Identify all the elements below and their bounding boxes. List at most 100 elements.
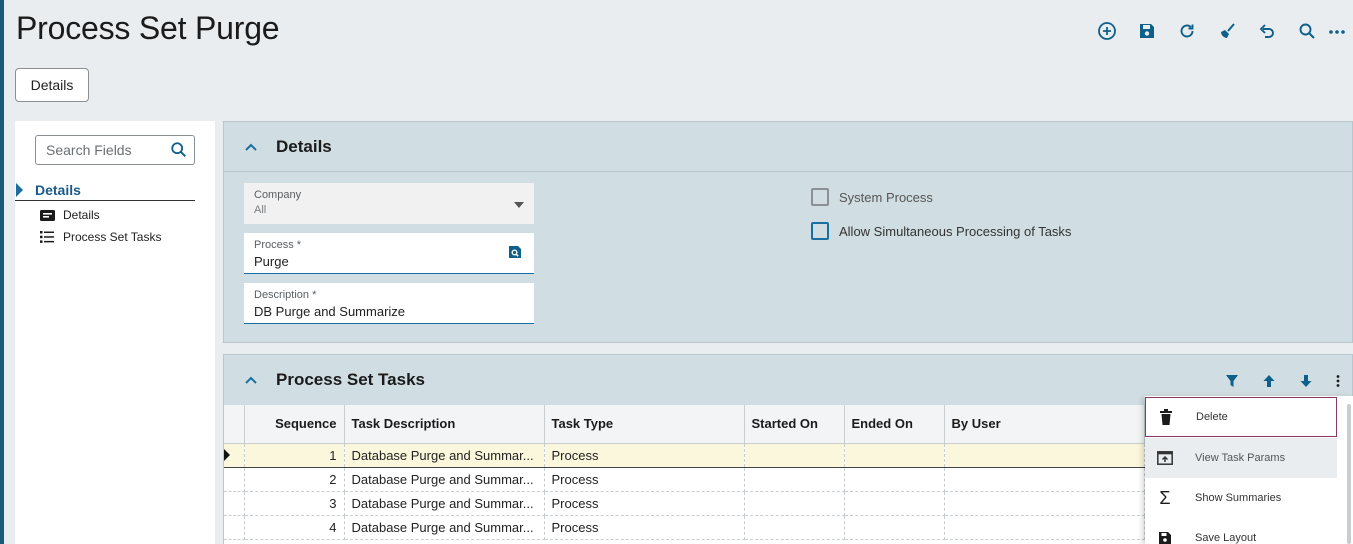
by-user-cell[interactable] bbox=[944, 442, 1145, 468]
sequence-cell[interactable]: 4 bbox=[244, 515, 345, 540]
grid-context-menu: Delete View Task Params Σ Show Summaries… bbox=[1145, 396, 1353, 544]
search-button[interactable] bbox=[1287, 18, 1327, 44]
column-header-ended-on[interactable]: Ended On bbox=[844, 405, 945, 444]
ended-on-cell[interactable] bbox=[844, 442, 945, 468]
details-panel: Details Company All Process * Purge Desc… bbox=[223, 121, 1353, 343]
menu-item-save-layout[interactable]: Save Layout bbox=[1145, 518, 1337, 544]
kebab-icon bbox=[1336, 375, 1340, 387]
task-description-cell[interactable]: Database Purge and Summar... bbox=[344, 515, 545, 540]
grid-toolbar bbox=[1213, 371, 1352, 391]
allow-simultaneous-label: Allow Simultaneous Processing of Tasks bbox=[839, 223, 1072, 239]
started-on-cell[interactable] bbox=[744, 467, 845, 492]
allow-simultaneous-checkbox[interactable]: Allow Simultaneous Processing of Tasks bbox=[811, 222, 1071, 240]
save-layout-icon bbox=[1155, 528, 1175, 544]
company-value: All bbox=[254, 204, 267, 216]
refresh-button[interactable] bbox=[1167, 18, 1207, 44]
task-type-cell[interactable]: Process bbox=[544, 467, 745, 492]
table-header-row: Sequence Task Description Task Type Star… bbox=[224, 405, 1145, 444]
grid-menu-button[interactable] bbox=[1324, 371, 1352, 391]
more-icon bbox=[1329, 30, 1345, 34]
row-indicator bbox=[224, 491, 245, 516]
card-icon bbox=[39, 208, 55, 222]
add-icon bbox=[1098, 22, 1116, 40]
task-description-cell[interactable]: Database Purge and Summar... bbox=[344, 491, 545, 516]
ended-on-cell[interactable] bbox=[844, 467, 945, 492]
filter-button[interactable] bbox=[1213, 371, 1250, 391]
row-indicator bbox=[224, 442, 245, 468]
task-type-cell[interactable]: Process bbox=[544, 442, 745, 468]
list-icon bbox=[39, 230, 55, 244]
search-fields-input[interactable] bbox=[46, 142, 166, 158]
menu-item-delete[interactable]: Delete bbox=[1145, 397, 1337, 437]
move-up-button[interactable] bbox=[1250, 371, 1287, 391]
lookup-icon[interactable] bbox=[508, 245, 522, 259]
caret-right-icon bbox=[224, 448, 230, 461]
chevron-up-icon[interactable] bbox=[244, 373, 258, 387]
table-row[interactable]: 2 Database Purge and Summar... Process bbox=[224, 467, 1145, 492]
task-description-cell[interactable]: Database Purge and Summar... bbox=[344, 467, 545, 492]
tab-details[interactable]: Details bbox=[15, 68, 89, 102]
process-field[interactable]: Process * Purge bbox=[244, 233, 534, 274]
sigma-icon: Σ bbox=[1159, 487, 1171, 508]
menu-item-label: Show Summaries bbox=[1195, 492, 1282, 504]
sidebar-item-details[interactable]: Details bbox=[39, 206, 100, 224]
started-on-cell[interactable] bbox=[744, 442, 845, 468]
chevron-down-icon[interactable] bbox=[514, 202, 524, 208]
sidebar-item-process-set-tasks[interactable]: Process Set Tasks bbox=[39, 228, 161, 246]
caret-right-icon bbox=[16, 183, 23, 197]
view-params-icon bbox=[1155, 448, 1175, 468]
ended-on-cell[interactable] bbox=[844, 515, 945, 540]
column-header-by-user[interactable]: By User bbox=[944, 405, 1145, 444]
task-description-cell[interactable]: Database Purge and Summar... bbox=[344, 442, 545, 468]
clear-icon bbox=[1221, 23, 1235, 38]
task-type-cell[interactable]: Process bbox=[544, 491, 745, 516]
column-header-task-type[interactable]: Task Type bbox=[544, 405, 745, 444]
tasks-panel-title: Process Set Tasks bbox=[276, 370, 425, 389]
menu-item-show-summaries[interactable]: Σ Show Summaries bbox=[1145, 478, 1337, 518]
description-field[interactable]: Description * DB Purge and Summarize bbox=[244, 283, 534, 324]
row-indicator bbox=[224, 467, 245, 492]
task-type-cell[interactable]: Process bbox=[544, 515, 745, 540]
tasks-table: Sequence Task Description Task Type Star… bbox=[224, 405, 1145, 540]
sequence-cell[interactable]: 3 bbox=[244, 491, 345, 516]
description-label: Description * bbox=[254, 289, 317, 301]
by-user-cell[interactable] bbox=[944, 515, 1145, 540]
clear-button[interactable] bbox=[1207, 18, 1247, 44]
page-title: Process Set Purge bbox=[16, 10, 280, 46]
sidebar-section-details[interactable]: Details bbox=[15, 181, 195, 201]
company-field[interactable]: Company All bbox=[244, 183, 534, 224]
sequence-cell[interactable]: 2 bbox=[244, 467, 345, 492]
undo-button[interactable] bbox=[1247, 18, 1287, 44]
table-row[interactable]: 1 Database Purge and Summar... Process bbox=[224, 442, 1145, 468]
menu-item-label: Delete bbox=[1196, 411, 1228, 423]
more-button[interactable] bbox=[1327, 18, 1353, 44]
system-process-checkbox[interactable]: System Process bbox=[811, 188, 933, 206]
save-button[interactable] bbox=[1127, 18, 1167, 44]
arrow-up-icon bbox=[1263, 375, 1274, 387]
column-header-task-description[interactable]: Task Description bbox=[344, 405, 545, 444]
details-panel-header[interactable]: Details bbox=[224, 122, 1352, 172]
move-down-button[interactable] bbox=[1287, 371, 1324, 391]
ended-on-cell[interactable] bbox=[844, 491, 945, 516]
column-header-started-on[interactable]: Started On bbox=[744, 405, 845, 444]
checkbox-box[interactable] bbox=[811, 188, 829, 206]
by-user-cell[interactable] bbox=[944, 467, 1145, 492]
table-row[interactable]: 3 Database Purge and Summar... Process bbox=[224, 491, 1145, 516]
checkbox-box[interactable] bbox=[811, 222, 829, 240]
add-button[interactable] bbox=[1087, 18, 1127, 44]
started-on-cell[interactable] bbox=[744, 515, 845, 540]
menu-scrollbar[interactable] bbox=[1347, 404, 1351, 544]
column-header-sequence[interactable]: Sequence bbox=[244, 405, 345, 444]
started-on-cell[interactable] bbox=[744, 491, 845, 516]
chevron-up-icon[interactable] bbox=[244, 140, 258, 154]
by-user-cell[interactable] bbox=[944, 491, 1145, 516]
process-value[interactable]: Purge bbox=[254, 254, 524, 269]
row-indicator-header bbox=[224, 405, 245, 444]
menu-item-label: View Task Params bbox=[1195, 452, 1286, 464]
table-row[interactable]: 4 Database Purge and Summar... Process bbox=[224, 515, 1145, 540]
left-rail bbox=[0, 0, 4, 544]
search-icon[interactable] bbox=[170, 141, 188, 159]
description-value[interactable]: DB Purge and Summarize bbox=[254, 304, 524, 319]
sequence-cell[interactable]: 1 bbox=[244, 442, 345, 468]
menu-item-view-task-params[interactable]: View Task Params bbox=[1145, 438, 1337, 478]
